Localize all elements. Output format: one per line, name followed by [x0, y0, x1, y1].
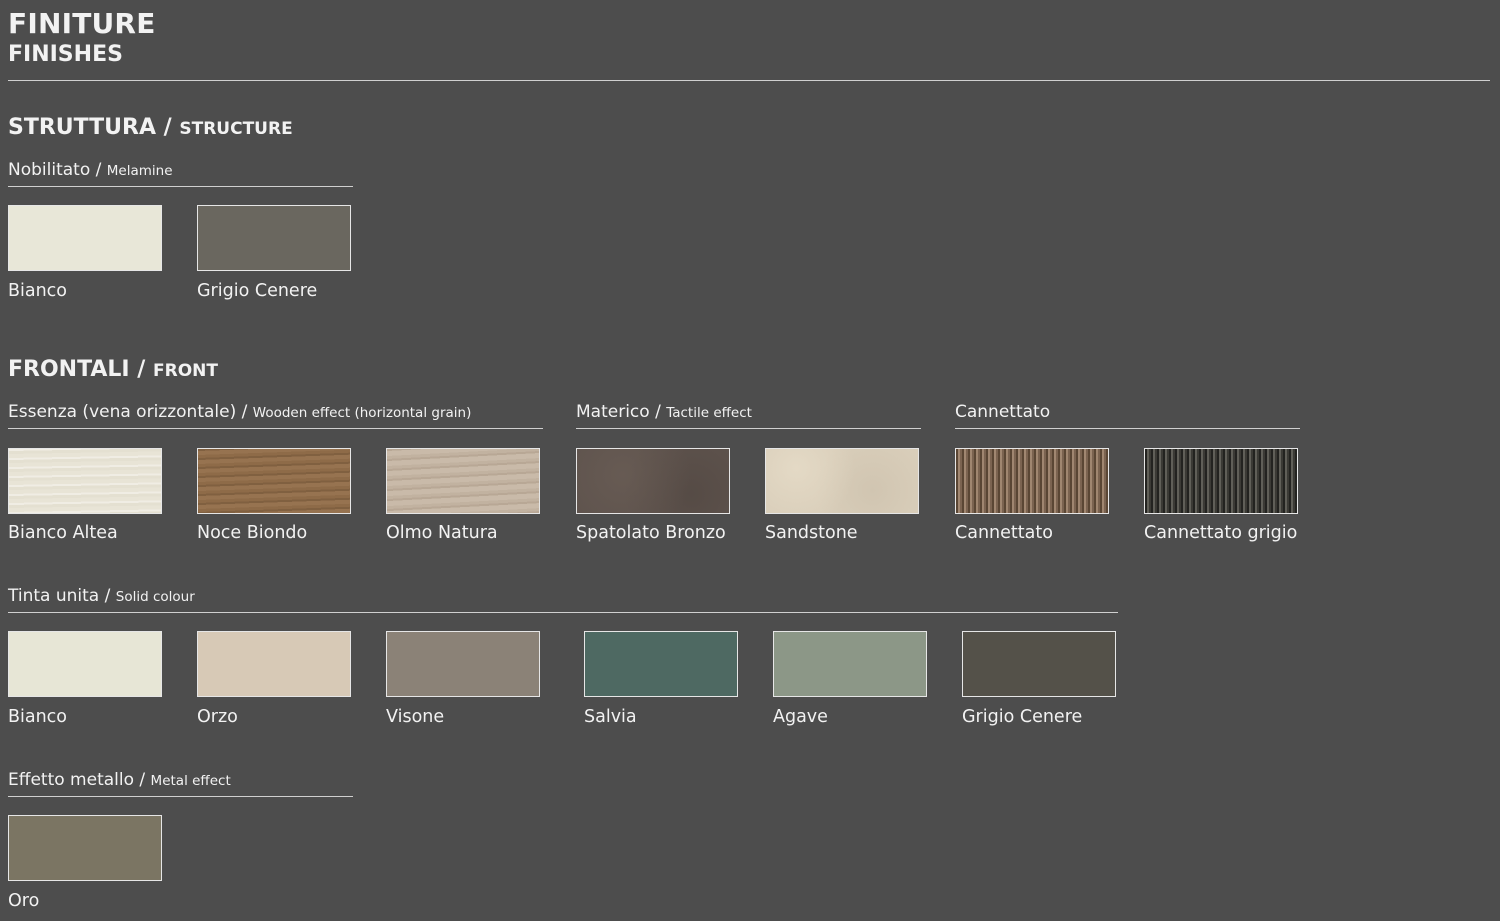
swatch-label: Spatolato Bronzo [576, 523, 726, 543]
swatch-solid-salvia[interactable] [584, 631, 738, 697]
swatch-label: Sandstone [765, 523, 858, 543]
swatch-label: Olmo Natura [386, 523, 498, 543]
group-label-en: Solid colour [115, 589, 195, 605]
group-label-wooden-effect: Essenza (vena orizzontale) / Wooden effe… [8, 401, 471, 424]
group-divider [8, 796, 353, 797]
group-label-en: Tactile effect [666, 405, 752, 421]
swatch-label: Bianco [8, 707, 68, 727]
group-label-metal-effect: Effetto metallo / Metal effect [8, 769, 231, 792]
swatch-solid-visone[interactable] [386, 631, 540, 697]
swatch-solid-grigio-cenere[interactable] [962, 631, 1116, 697]
section-title-en: FRONT [152, 361, 218, 381]
page-subtitle: FINISHES [8, 42, 123, 67]
section-title-en: STRUCTURE [179, 119, 293, 139]
group-label-en: Wooden effect (horizontal grain) [252, 405, 472, 421]
group-divider [8, 428, 543, 429]
swatch-structure-bianco[interactable] [8, 205, 162, 271]
group-label-it: Nobilitato / [8, 160, 102, 180]
group-label-en: Metal effect [150, 773, 231, 789]
section-title-front: FRONTALI / FRONT [8, 356, 218, 385]
group-divider [8, 186, 353, 187]
page-title: FINITURE [8, 7, 156, 40]
swatch-metal-oro[interactable] [8, 815, 162, 881]
header-divider [8, 80, 1490, 81]
swatch-bianco-altea[interactable] [8, 448, 162, 514]
swatch-label: Bianco Altea [8, 523, 118, 543]
swatch-structure-grigio-cenere[interactable] [197, 205, 351, 271]
swatch-solid-orzo[interactable] [197, 631, 351, 697]
swatch-cannettato[interactable] [955, 448, 1109, 514]
group-label-it: Materico / [576, 402, 661, 422]
group-label-it: Effetto metallo / [8, 770, 146, 790]
swatch-solid-bianco[interactable] [8, 631, 162, 697]
group-label-it: Essenza (vena orizzontale) / [8, 402, 248, 422]
swatch-label: Noce Biondo [197, 523, 308, 543]
swatch-solid-agave[interactable] [773, 631, 927, 697]
group-divider [955, 428, 1300, 429]
section-title-it: STRUTTURA / [8, 115, 172, 140]
section-title-it: FRONTALI / [8, 357, 146, 382]
swatch-spatolato-bronzo[interactable] [576, 448, 730, 514]
group-divider [8, 612, 1118, 613]
swatch-label: Salvia [584, 707, 637, 727]
group-divider [576, 428, 921, 429]
swatch-noce-biondo[interactable] [197, 448, 351, 514]
swatch-label: Oro [8, 891, 40, 911]
group-label-cannettato: Cannettato [955, 402, 1051, 422]
swatch-label: Cannettato [955, 523, 1053, 543]
swatch-label: Grigio Cenere [962, 707, 1083, 727]
swatch-sandstone[interactable] [765, 448, 919, 514]
swatch-label: Grigio Cenere [197, 281, 318, 301]
swatch-label: Agave [773, 707, 828, 727]
swatch-olmo-natura[interactable] [386, 448, 540, 514]
group-label-it: Tinta unita / [8, 586, 111, 606]
swatch-label: Bianco [8, 281, 68, 301]
group-label-solid-colour: Tinta unita / Solid colour [8, 585, 195, 608]
swatch-label: Orzo [197, 707, 238, 727]
group-label-en: Melamine [106, 163, 173, 179]
section-title-structure: STRUTTURA / STRUCTURE [8, 114, 293, 143]
group-label-melamine: Nobilitato / Melamine [8, 159, 173, 182]
group-label-tactile-effect: Materico / Tactile effect [576, 401, 752, 424]
swatch-label: Cannettato grigio [1144, 523, 1298, 543]
swatch-cannettato-grigio[interactable] [1144, 448, 1298, 514]
swatch-label: Visone [386, 707, 445, 727]
